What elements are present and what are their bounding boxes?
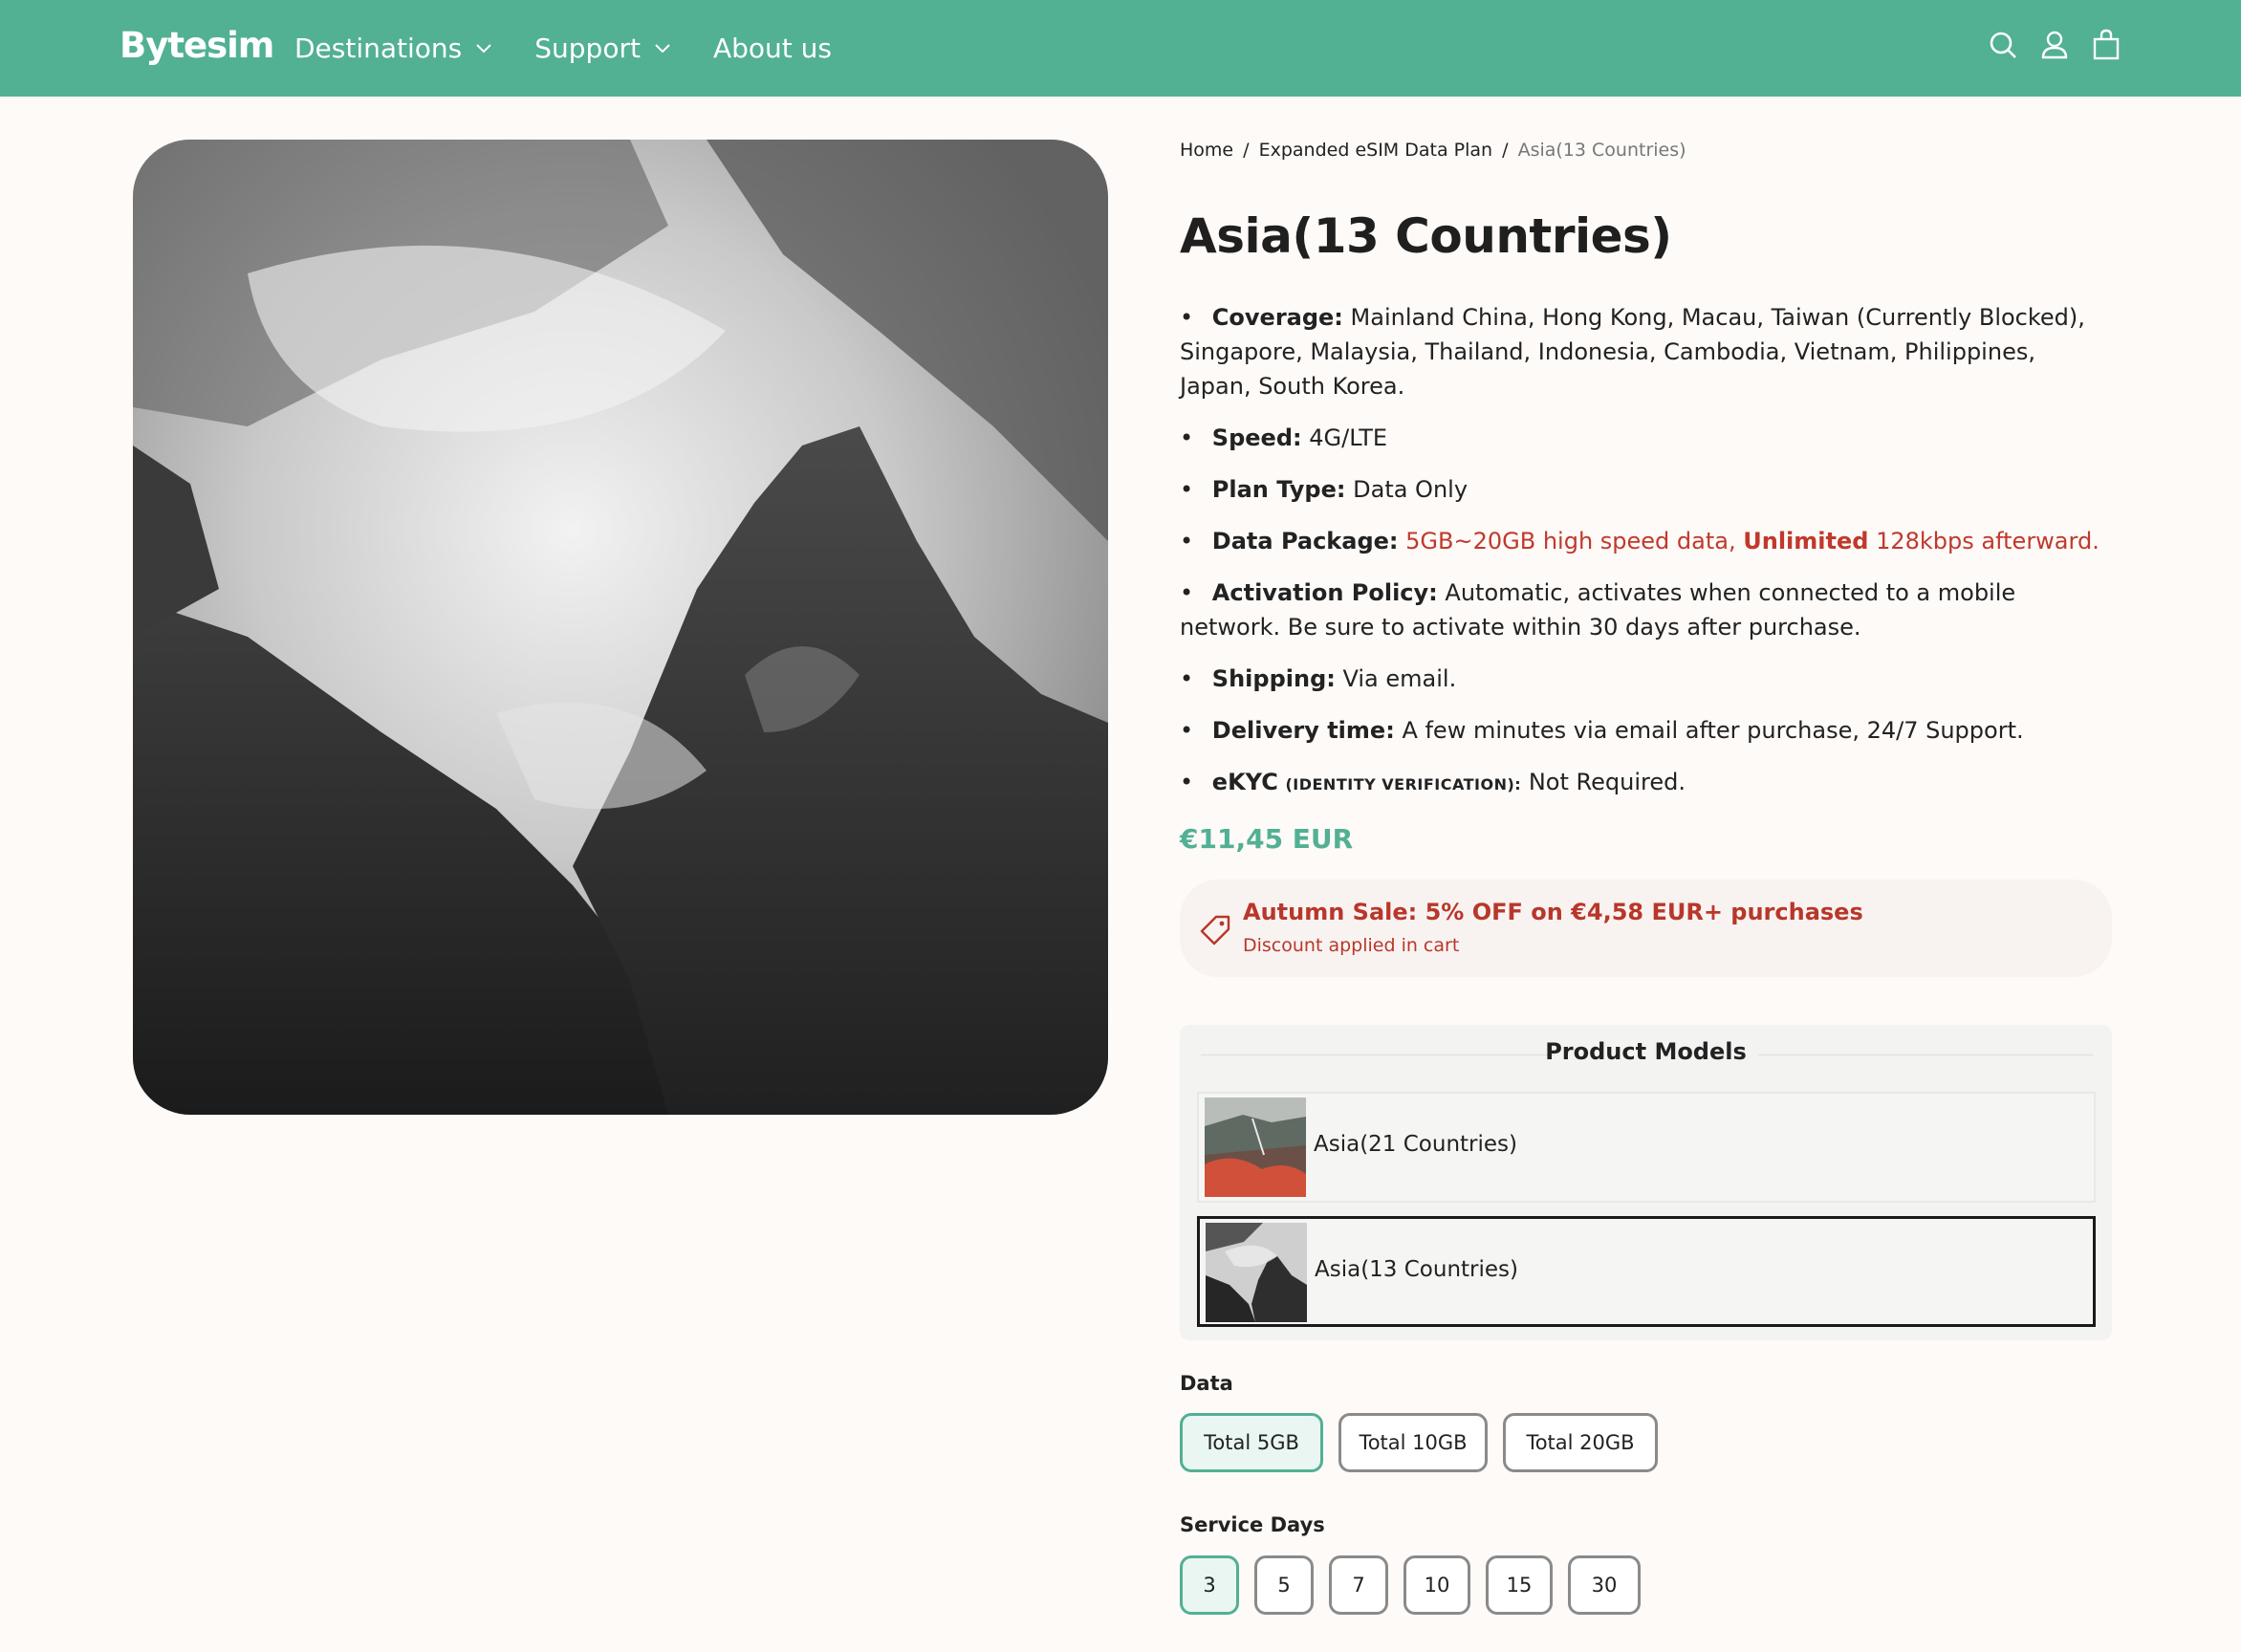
model-option-asia-21[interactable]: Asia(21 Countries)	[1197, 1092, 2096, 1203]
feature-label: Shipping:	[1211, 665, 1336, 692]
chevron-down-icon	[655, 43, 670, 53]
model-thumbnail	[1205, 1098, 1306, 1197]
feature-ekyc: eKYC (IDENTITY VERIFICATION): Not Requir…	[1180, 765, 2112, 802]
main-nav: Destinations Support About us	[294, 0, 874, 97]
search-icon[interactable]	[1989, 29, 2017, 61]
breadcrumb-home[interactable]: Home	[1180, 140, 1233, 161]
page-title: Asia(13 Countries)	[1180, 208, 1672, 264]
feature-activation-policy: Activation Policy: Automatic, activates …	[1180, 576, 2112, 644]
product-info: Home / Expanded eSIM Data Plan / Asia(13…	[1180, 140, 2112, 977]
feature-value: 128kbps afterward.	[1876, 528, 2100, 554]
feature-label: eKYC	[1211, 769, 1278, 795]
feature-label: Coverage:	[1211, 304, 1343, 331]
feature-coverage: Coverage: Mainland China, Hong Kong, Mac…	[1180, 300, 2112, 403]
nav-support[interactable]: Support	[534, 33, 671, 64]
breadcrumb: Home / Expanded eSIM Data Plan / Asia(13…	[1180, 140, 2112, 168]
feature-data-package: Data Package: 5GB~20GB high speed data, …	[1180, 524, 2112, 558]
feature-label: Plan Type:	[1211, 476, 1346, 503]
cart-icon[interactable]	[2092, 29, 2121, 61]
model-thumbnail	[1206, 1223, 1307, 1322]
nav-destinations-label: Destinations	[294, 33, 463, 64]
site-header: Bytesim Destinations Support About us	[0, 0, 2241, 97]
model-label: Asia(13 Countries)	[1315, 1257, 1519, 1282]
feature-value: Via email.	[1342, 665, 1457, 692]
product-image[interactable]	[133, 140, 1108, 1115]
days-option-3[interactable]: 3	[1180, 1555, 1239, 1615]
feature-value: 5GB~20GB high speed data,	[1405, 528, 1736, 554]
feature-delivery-time: Delivery time: A few minutes via email a…	[1180, 713, 2112, 748]
feature-value: Not Required.	[1528, 769, 1686, 795]
feature-value: A few minutes via email after purchase, …	[1402, 717, 2024, 744]
sale-banner: Autumn Sale: 5% OFF on €4,58 EUR+ purcha…	[1180, 880, 2112, 977]
tag-icon	[1200, 915, 1230, 946]
header-icons	[1989, 29, 2121, 61]
feature-speed: Speed: 4G/LTE	[1180, 421, 2112, 455]
service-days-group: 3 5 7 10 15 30	[1180, 1555, 1656, 1615]
account-icon[interactable]	[2040, 29, 2069, 61]
data-option-label: Data	[1180, 1372, 1233, 1395]
feature-plan-type: Plan Type: Data Only	[1180, 472, 2112, 507]
feature-list: Coverage: Mainland China, Hong Kong, Mac…	[1180, 300, 2112, 802]
feature-value: 4G/LTE	[1309, 424, 1388, 451]
sale-subtitle: Discount applied in cart	[1243, 935, 1460, 956]
model-label: Asia(21 Countries)	[1314, 1132, 1518, 1157]
feature-label: Speed:	[1211, 424, 1302, 451]
price: €11,45 EUR	[1180, 823, 1354, 855]
data-option-group: Total 5GB Total 10GB Total 20GB	[1180, 1413, 1673, 1472]
breadcrumb-separator: /	[1243, 140, 1250, 161]
product-models-title: Product Models	[1545, 1038, 1747, 1065]
sale-title: Autumn Sale: 5% OFF on €4,58 EUR+ purcha…	[1243, 899, 1863, 925]
breadcrumb-separator: /	[1502, 140, 1509, 161]
logo[interactable]: Bytesim	[120, 25, 274, 66]
nav-support-label: Support	[534, 33, 641, 64]
product-models: Product Models Asia(21 Countries) Asia(1	[1180, 1025, 2112, 1340]
data-option-10gb[interactable]: Total 10GB	[1338, 1413, 1488, 1472]
days-option-15[interactable]: 15	[1486, 1555, 1553, 1615]
days-option-10[interactable]: 10	[1403, 1555, 1470, 1615]
nav-about-label: About us	[712, 33, 832, 64]
misty-mountain-photo	[133, 140, 1108, 1115]
days-option-30[interactable]: 30	[1568, 1555, 1641, 1615]
feature-label: Activation Policy:	[1211, 579, 1438, 606]
days-option-5[interactable]: 5	[1254, 1555, 1314, 1615]
days-option-7[interactable]: 7	[1329, 1555, 1388, 1615]
data-option-5gb[interactable]: Total 5GB	[1180, 1413, 1323, 1472]
model-option-asia-13[interactable]: Asia(13 Countries)	[1197, 1216, 2096, 1327]
nav-about-us[interactable]: About us	[713, 33, 832, 64]
feature-shipping: Shipping: Via email.	[1180, 662, 2112, 696]
divider	[1758, 1054, 2093, 1055]
nav-destinations[interactable]: Destinations	[294, 33, 492, 64]
chevron-down-icon	[476, 43, 491, 53]
feature-label-small: (IDENTITY VERIFICATION):	[1285, 775, 1522, 793]
data-option-20gb[interactable]: Total 20GB	[1503, 1413, 1658, 1472]
breadcrumb-current: Asia(13 Countries)	[1517, 140, 1686, 161]
service-days-label: Service Days	[1180, 1513, 1325, 1536]
feature-value-bold: Unlimited	[1743, 528, 1869, 554]
feature-label: Delivery time:	[1211, 717, 1395, 744]
feature-value: Data Only	[1353, 476, 1469, 503]
feature-label: Data Package:	[1211, 528, 1399, 554]
breadcrumb-section[interactable]: Expanded eSIM Data Plan	[1259, 140, 1492, 161]
